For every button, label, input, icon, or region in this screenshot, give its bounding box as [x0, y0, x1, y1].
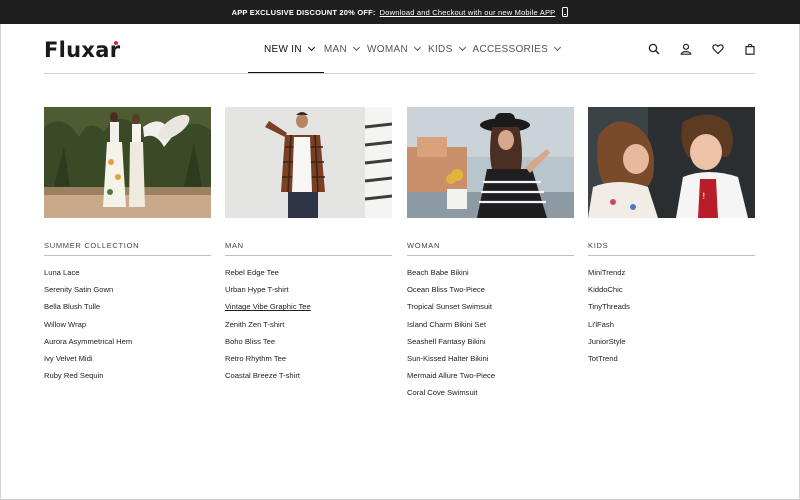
menu-link[interactable]: Urban Hype T-shirt	[225, 284, 392, 301]
nav-man[interactable]: MAN	[324, 24, 367, 74]
item-list: Rebel Edge Tee Urban Hype T-shirt Vintag…	[225, 267, 392, 387]
menu-link[interactable]: Luna Lace	[44, 267, 211, 284]
heart-icon[interactable]	[712, 43, 724, 55]
menu-link[interactable]: MiniTrendz	[588, 267, 755, 284]
menu-link-hovered[interactable]: Vintage Vibe Graphic Tee	[225, 301, 392, 318]
column-heading[interactable]: WOMAN	[407, 241, 574, 256]
menu-link[interactable]: Seashell Fantasy Bikini	[407, 336, 574, 353]
menu-link[interactable]: Willow Wrap	[44, 319, 211, 336]
nav-label: WOMAN	[367, 43, 408, 55]
menu-link[interactable]: TotTrend	[588, 353, 755, 370]
menu-column-man: MAN Rebel Edge Tee Urban Hype T-shirt Vi…	[225, 107, 392, 387]
menu-column-kids: ! KIDS MiniTrendz KiddoChic TinyThreads …	[588, 107, 755, 370]
menu-link[interactable]: Boho Bliss Tee	[225, 336, 392, 353]
promo-bar: APP EXCLUSIVE DISCOUNT 20% OFF: Download…	[0, 0, 800, 24]
man-photo[interactable]	[225, 107, 392, 218]
column-heading[interactable]: KIDS	[588, 241, 755, 256]
header-icons	[648, 24, 756, 74]
nav-label: MAN	[323, 43, 348, 55]
menu-link[interactable]: Rebel Edge Tee	[225, 267, 392, 284]
menu-link[interactable]: Serenity Satin Gown	[44, 284, 211, 301]
search-icon[interactable]	[648, 43, 660, 55]
menu-link[interactable]: Beach Babe Bikini	[407, 267, 574, 284]
chevron-down-icon	[554, 43, 562, 52]
menu-link[interactable]: Coastal Breeze T-shirt	[225, 370, 392, 387]
menu-link[interactable]: Coral Cove Swimsuit	[407, 387, 574, 404]
item-list: Beach Babe Bikini Ocean Bliss Two-Piece …	[407, 267, 574, 405]
nav-new-in[interactable]: NEW IN	[248, 24, 324, 74]
nav-label: NEW IN	[264, 43, 302, 55]
menu-link[interactable]: Retro Rhythm Tee	[225, 353, 392, 370]
kids-photo[interactable]: !	[588, 107, 755, 218]
phone-icon	[562, 7, 569, 17]
menu-link[interactable]: Sun-Kissed Halter Bikini	[407, 353, 574, 370]
chevron-down-icon	[353, 43, 361, 52]
nav-accessories[interactable]: ACCESSORIES	[473, 24, 569, 74]
promo-text: APP EXCLUSIVE DISCOUNT 20% OFF:	[231, 7, 376, 17]
item-list: Luna Lace Serenity Satin Gown Bella Blus…	[44, 267, 211, 387]
menu-link[interactable]: Zenith Zen T-shirt	[225, 319, 392, 336]
menu-link[interactable]: Tropical Sunset Swimsuit	[407, 301, 574, 318]
logo[interactable]: Fluxar	[44, 38, 120, 62]
site-header: Fluxar NEW IN MAN WOMAN KIDS ACCESSORIES	[0, 24, 800, 74]
shirt-graphic: !	[702, 192, 706, 202]
promo-app-link[interactable]: Download and Checkout with our new Mobil…	[380, 8, 556, 17]
menu-link[interactable]: Ivy Velvet Midi	[44, 353, 211, 370]
logo-dot	[114, 41, 118, 45]
nav-label: ACCESSORIES	[472, 43, 549, 55]
summer-collection-photo[interactable]	[44, 107, 211, 218]
column-heading[interactable]: MAN	[225, 241, 392, 256]
nav-label: KIDS	[428, 43, 453, 55]
menu-link[interactable]: Ocean Bliss Two-Piece	[407, 284, 574, 301]
column-heading[interactable]: SUMMER COLLECTION	[44, 241, 211, 256]
menu-link[interactable]: TinyThreads	[588, 301, 755, 318]
bag-icon[interactable]	[744, 43, 756, 55]
menu-link[interactable]: Li'lFash	[588, 319, 755, 336]
chevron-down-icon	[413, 43, 422, 52]
menu-link[interactable]: Mermaid Allure Two-Piece	[407, 370, 574, 387]
woman-photo[interactable]	[407, 107, 574, 218]
menu-column-summer: SUMMER COLLECTION Luna Lace Serenity Sat…	[44, 107, 211, 387]
nav-kids[interactable]: KIDS	[428, 24, 473, 74]
chevron-down-icon	[307, 43, 315, 52]
item-list: MiniTrendz KiddoChic TinyThreads Li'lFas…	[588, 267, 755, 370]
main-nav: NEW IN MAN WOMAN KIDS ACCESSORIES	[248, 24, 568, 74]
menu-link[interactable]: KiddoChic	[588, 284, 755, 301]
chevron-down-icon	[458, 43, 466, 52]
nav-woman[interactable]: WOMAN	[367, 24, 428, 74]
menu-link[interactable]: Island Charm Bikini Set	[407, 319, 574, 336]
menu-link[interactable]: Ruby Red Sequin	[44, 370, 211, 387]
menu-link[interactable]: Aurora Asymmetrical Hem	[44, 336, 211, 353]
user-icon[interactable]	[680, 43, 692, 55]
menu-column-woman: WOMAN Beach Babe Bikini Ocean Bliss Two-…	[407, 107, 574, 405]
header-divider	[44, 73, 755, 74]
menu-link[interactable]: Bella Blush Tulle	[44, 301, 211, 318]
menu-link[interactable]: JuniorStyle	[588, 336, 755, 353]
